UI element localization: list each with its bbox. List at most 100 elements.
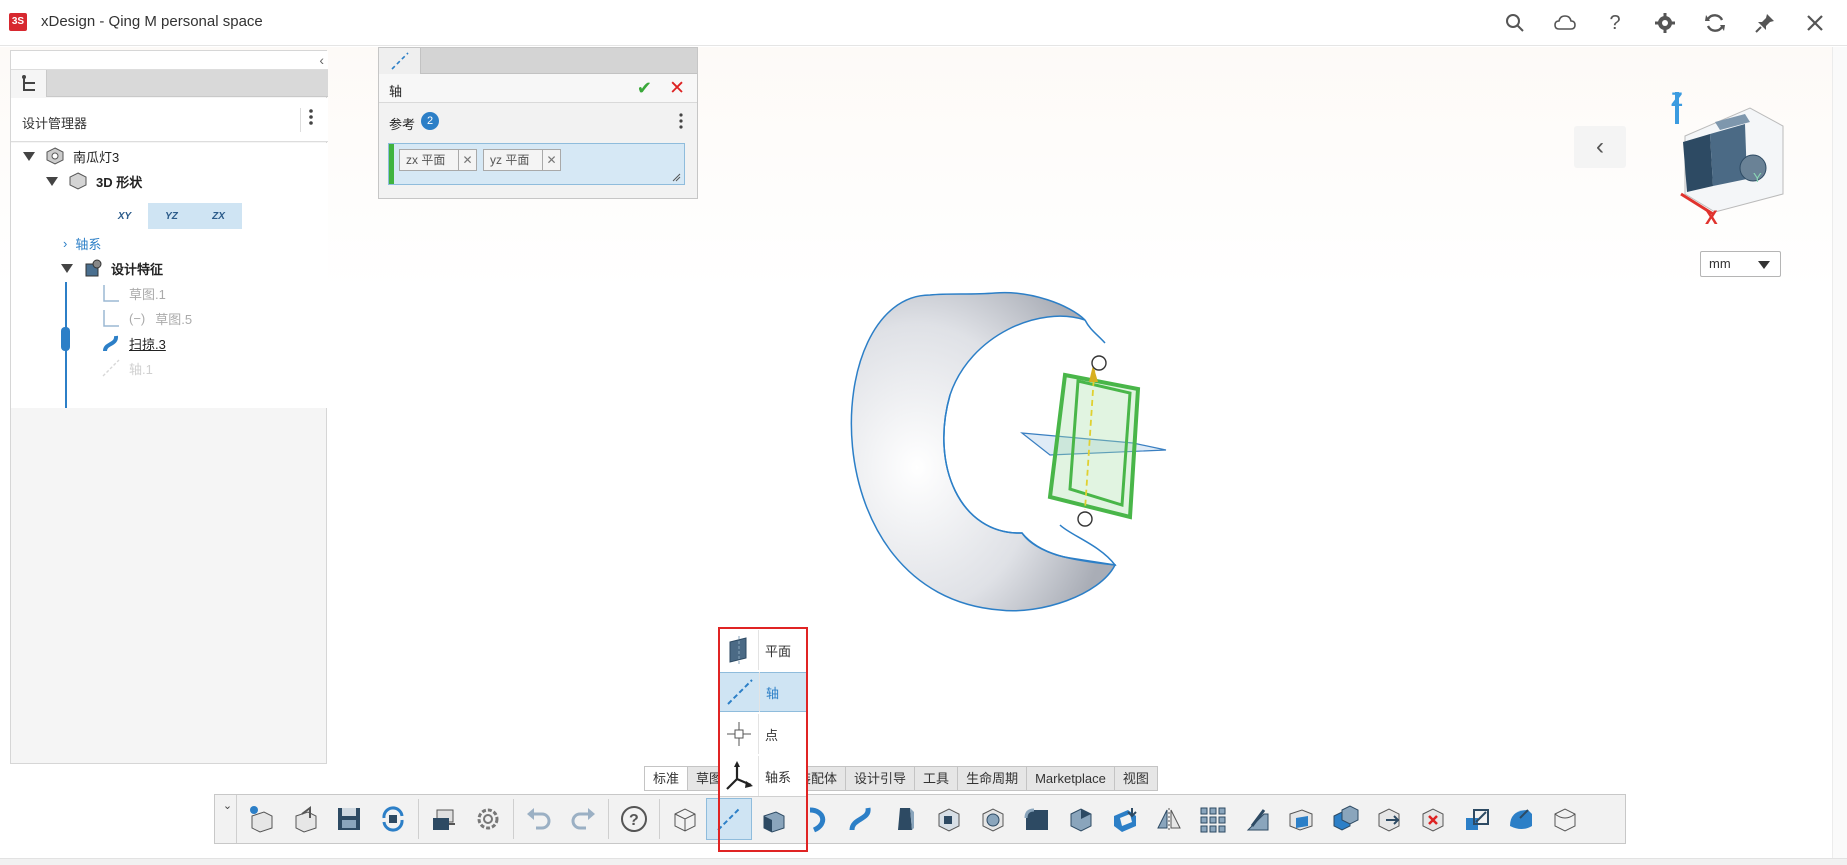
toolbar-expand-icon[interactable]: ⌄: [219, 795, 237, 843]
tree-item-3d-shape[interactable]: 3D 形状: [46, 169, 142, 193]
app-title: xDesign - Qing M personal space: [41, 13, 263, 30]
close-icon[interactable]: [1801, 10, 1829, 36]
title-bar: 3S xDesign - Qing M personal space ?: [0, 0, 1847, 46]
shape-icon: [69, 172, 87, 190]
plane-zx[interactable]: ZX: [195, 203, 242, 229]
flyout-item-point[interactable]: 点: [719, 714, 807, 754]
axis-y-label: Y: [1753, 170, 1762, 185]
tab-lifecycle[interactable]: 生命周期: [958, 766, 1028, 791]
settings-icon[interactable]: [1651, 10, 1679, 36]
expand-icon[interactable]: [46, 176, 58, 186]
part-icon: [46, 147, 64, 165]
remove-chip-icon[interactable]: ✕: [542, 150, 560, 170]
chevron-left-icon[interactable]: ‹: [319, 52, 324, 68]
more-options-icon[interactable]: [300, 108, 318, 132]
tree-tab[interactable]: [11, 70, 47, 97]
tree-item-sketch1[interactable]: 草图.1: [101, 281, 166, 305]
more-options-icon[interactable]: [679, 113, 683, 132]
tree-item-features[interactable]: 设计特征: [61, 256, 163, 280]
app-logo: 3S: [9, 13, 27, 31]
help-icon[interactable]: ?: [612, 799, 656, 839]
dome-icon[interactable]: [1499, 799, 1543, 839]
tab-standard[interactable]: 标准: [644, 766, 689, 791]
horizontal-scrollbar[interactable]: [0, 858, 1847, 865]
coordinate-system-icon: [725, 761, 753, 790]
flyout-item-axis[interactable]: 轴: [719, 672, 807, 712]
pin-icon[interactable]: [1751, 10, 1779, 36]
plane-xy[interactable]: XY: [101, 203, 148, 229]
tab-design-guide[interactable]: 设计引导: [846, 766, 916, 791]
undo-icon[interactable]: [517, 799, 561, 839]
unit-select[interactable]: mm: [1700, 251, 1781, 277]
flyout-item-coordinate-system[interactable]: 轴系: [719, 756, 807, 796]
rib-icon[interactable]: [1235, 799, 1279, 839]
thicken-icon[interactable]: [1543, 799, 1587, 839]
panel-collapse-bar[interactable]: ‹: [11, 51, 328, 70]
tree-root-label: 南瓜灯3: [73, 149, 120, 165]
hole-icon[interactable]: [971, 799, 1015, 839]
gear-icon[interactable]: [466, 799, 510, 839]
chevron-right-icon[interactable]: ›: [63, 236, 67, 251]
tree-item-sketch5[interactable]: (−) 草图.5: [101, 306, 192, 330]
tab-marketplace[interactable]: Marketplace: [1027, 766, 1115, 791]
expand-icon[interactable]: [61, 263, 73, 273]
mirror-icon[interactable]: [1147, 799, 1191, 839]
rebuild-icon[interactable]: [371, 799, 415, 839]
axis-tool-icon[interactable]: [706, 798, 752, 840]
command-toolbar: ⌄ ?: [214, 794, 1626, 844]
delete-body-icon[interactable]: [1411, 799, 1455, 839]
split-icon[interactable]: [1279, 799, 1323, 839]
reference-label: 参考: [389, 117, 416, 132]
refresh-icon[interactable]: [1701, 10, 1729, 36]
view-nav-button[interactable]: ‹: [1574, 126, 1626, 168]
tree-item-sweep3[interactable]: 扫掠.3: [101, 331, 166, 355]
tree-item-axis1[interactable]: 轴.1: [101, 356, 153, 380]
chamfer-icon[interactable]: [1059, 799, 1103, 839]
confirm-icon[interactable]: ✔: [637, 78, 652, 99]
sketch-icon: [103, 310, 119, 327]
search-icon[interactable]: [1501, 10, 1529, 36]
rollback-bar[interactable]: [61, 327, 70, 351]
flyout-item-plane[interactable]: 平面: [719, 630, 807, 670]
vertical-scrollbar[interactable]: [1832, 47, 1847, 859]
loft-icon[interactable]: [883, 799, 927, 839]
scale-icon[interactable]: [1455, 799, 1499, 839]
new-part-icon[interactable]: [239, 799, 283, 839]
tree-item-root[interactable]: 南瓜灯3: [23, 144, 119, 168]
extrude-icon[interactable]: [751, 799, 795, 839]
redo-icon[interactable]: [561, 799, 605, 839]
toolbar-separator: [513, 799, 514, 839]
box-icon[interactable]: [663, 799, 707, 839]
view-cube[interactable]: Z Y X: [1665, 84, 1795, 224]
reference-chip-zx[interactable]: zx 平面 ✕: [399, 149, 477, 171]
combine-icon[interactable]: [1323, 799, 1367, 839]
expand-icon[interactable]: [23, 151, 35, 161]
move-face-icon[interactable]: [1367, 799, 1411, 839]
cloud-icon[interactable]: [1551, 10, 1579, 36]
remove-chip-icon[interactable]: ✕: [458, 150, 476, 170]
open-part-icon[interactable]: [283, 799, 327, 839]
options-icon[interactable]: [422, 799, 466, 839]
cancel-icon[interactable]: ✕: [669, 77, 685, 100]
chip-yz-label: yz 平面: [490, 153, 530, 167]
svg-text:?: ?: [629, 812, 639, 829]
shell-icon[interactable]: [1103, 799, 1147, 839]
pattern-icon[interactable]: [1191, 799, 1235, 839]
plane-yz[interactable]: YZ: [148, 203, 195, 229]
cut-extrude-icon[interactable]: [927, 799, 971, 839]
resize-handle-icon[interactable]: [671, 172, 681, 182]
revolve-icon[interactable]: [795, 799, 839, 839]
help-icon[interactable]: ?: [1601, 10, 1629, 36]
reference-selection-box[interactable]: zx 平面 ✕ yz 平面 ✕: [388, 143, 685, 185]
tab-view[interactable]: 视图: [1114, 766, 1158, 791]
pumpkin-model[interactable]: [830, 285, 1190, 615]
fillet-icon[interactable]: [1015, 799, 1059, 839]
tree-item-axes[interactable]: › 轴系: [63, 231, 101, 255]
tab-tools[interactable]: 工具: [915, 766, 959, 791]
property-title-bar: 轴 ✔ ✕: [379, 74, 697, 103]
reference-chip-yz[interactable]: yz 平面 ✕: [483, 149, 561, 171]
reference-count-badge: 2: [421, 112, 439, 130]
sweep-icon[interactable]: [839, 799, 883, 839]
axis-tab[interactable]: [379, 48, 421, 74]
save-icon[interactable]: [327, 799, 371, 839]
